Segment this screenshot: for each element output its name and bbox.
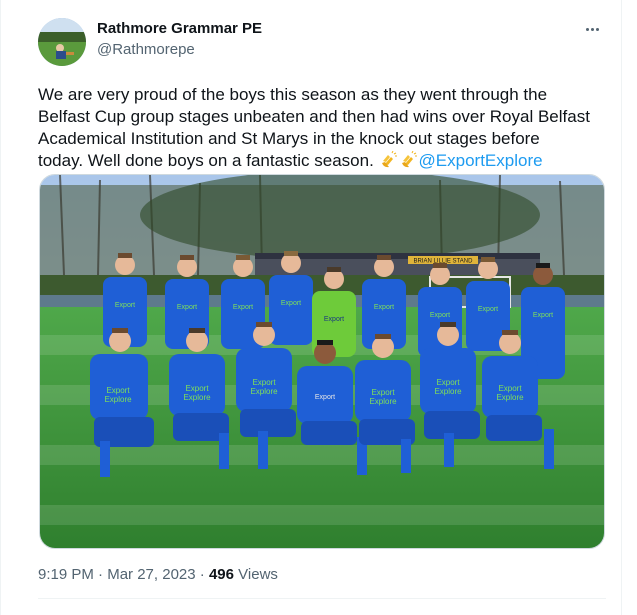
shirt-sponsor: Explore [183,393,211,402]
shirt-sponsor: Explore [496,393,524,402]
shirt-sponsor: Export [430,312,450,319]
tweet-text-line: Academical Institution and St Marys in t… [38,129,540,148]
right-border [621,0,622,615]
left-border [0,0,1,615]
shirt-sponsor: Export [106,386,130,395]
avatar[interactable] [38,18,86,66]
shirt-sponsor: Export [371,388,395,397]
shirt-sponsor: Export [115,302,135,309]
tweet: Rathmore Grammar PE @Rathmorepe We are v… [38,0,606,615]
shirt-sponsor: Export [233,304,253,311]
tweet-text-fragment: today. Well done boys on a fantastic sea… [38,151,379,170]
shirt-sponsor: Export [436,378,460,387]
shirt-sponsor: Export [315,394,335,401]
shirt-sponsor: Explore [369,397,397,406]
keeper-sponsor: Export [324,316,344,323]
shirt-sponsor: Export [478,306,498,313]
shirt-sponsor: Explore [434,387,462,396]
shirt-sponsor: Export [498,384,522,393]
shirt-sponsor: Export [252,378,276,387]
divider [38,598,606,599]
author-name[interactable]: Rathmore Grammar PE [97,20,262,37]
tweet-text: We are very proud of the boys this seaso… [38,84,606,172]
tweet-date[interactable]: Mar 27, 2023 [107,566,195,583]
team-photo[interactable]: BRIAN LILLIE STAND Export Export Export … [39,174,605,549]
shirt-sponsor: Export [533,312,553,319]
meta-separator: · [98,566,104,583]
author-handle[interactable]: @Rathmorepe [97,41,195,58]
shirt-sponsor: Export [281,300,301,307]
shirt-sponsor: Export [177,304,197,311]
more-options-button[interactable] [581,18,603,40]
tweet-time[interactable]: 9:19 PM [38,566,94,583]
shirt-sponsor: Export [185,384,209,393]
views-count: 496 [208,566,234,583]
shirt-sponsor: Export [374,304,394,311]
views-label: Views [238,566,278,583]
tweet-text-line: We are very proud of the boys this seaso… [38,85,548,104]
more-dot-icon [590,27,594,31]
more-dot-icon [585,27,589,31]
more-dot-icon [595,27,599,31]
clapping-hands-icon [381,151,397,168]
meta-separator: · [199,566,205,583]
shirt-sponsor: Explore [250,387,278,396]
mention-link[interactable]: @ExportExplore [419,151,543,170]
tweet-text-line-4: today. Well done boys on a fantastic sea… [38,150,606,172]
tweet-text-line: Belfast Cup group stages unbeaten and th… [38,107,590,126]
tweet-meta: 9:19 PM · Mar 27, 2023 · 496 Views [38,566,278,583]
shirt-sponsor: Explore [104,395,132,404]
clapping-hands-icon [401,151,417,168]
